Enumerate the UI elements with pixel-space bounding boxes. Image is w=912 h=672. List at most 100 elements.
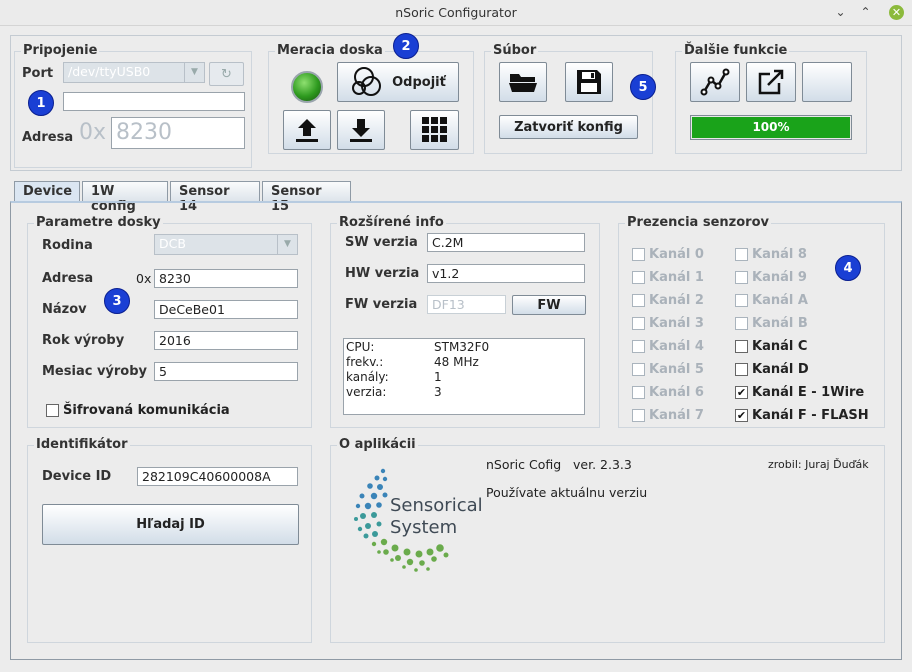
- device-id-input[interactable]: 282109C40600008A: [137, 467, 298, 486]
- checkbox-icon: [735, 271, 748, 284]
- about-title: O aplikácii: [337, 437, 418, 452]
- cpu-info-row: CPU: STM32F0: [346, 340, 576, 354]
- refresh-icon: ↻: [221, 66, 232, 82]
- badge-1: 1: [28, 90, 54, 116]
- download-icon: [350, 119, 372, 142]
- cpu-info-value: 48 MHz: [434, 355, 479, 369]
- address-input[interactable]: 8230: [111, 117, 245, 149]
- year-label: Rok výroby: [42, 333, 125, 348]
- channel-checkbox[interactable]: Kanál 4: [632, 339, 704, 354]
- checkbox-icon: [735, 340, 748, 353]
- checkbox-icon: [632, 317, 645, 330]
- open-button[interactable]: [499, 62, 547, 102]
- encrypt-checkbox[interactable]: Šifrovaná komunikácia: [46, 403, 230, 418]
- tab-device[interactable]: Device: [14, 181, 80, 203]
- close-config-button[interactable]: Zatvoriť konfig: [499, 115, 638, 139]
- save-button[interactable]: [565, 62, 613, 102]
- channel-checkbox[interactable]: ✔ Kanál E - 1Wire: [735, 385, 864, 400]
- channel-checkbox[interactable]: Kanál 7: [632, 408, 704, 423]
- cpu-info-value: 3: [434, 385, 442, 399]
- board-address-input[interactable]: 8230: [154, 269, 298, 288]
- family-label: Rodina: [42, 238, 93, 253]
- channel-checkbox[interactable]: Kanál D: [735, 362, 809, 377]
- checkbox-icon: [632, 363, 645, 376]
- channel-checkbox[interactable]: Kanál C: [735, 339, 807, 354]
- channel-checkbox[interactable]: Kanál B: [735, 316, 808, 331]
- cpu-info-key: verzia:: [346, 385, 387, 399]
- channel-checkbox[interactable]: Kanál 1: [632, 270, 704, 285]
- export-button[interactable]: [746, 62, 796, 102]
- checkbox-icon: [735, 363, 748, 376]
- cpu-info-row: verzia: 3: [346, 385, 576, 399]
- channel-label: Kanál 1: [649, 270, 704, 285]
- close-config-label: Zatvoriť konfig: [514, 119, 623, 135]
- tab-sensor-14[interactable]: Sensor 14: [170, 181, 260, 214]
- channel-label: Kanál 3: [649, 316, 704, 331]
- checkbox-icon: [632, 386, 645, 399]
- sw-input[interactable]: C.2M: [427, 233, 585, 252]
- family-select[interactable]: DCB ▼: [154, 234, 298, 255]
- cpu-info-area[interactable]: CPU: STM32F0 frekv.: 48 MHz kanály: 1 verzia: 3: [343, 338, 585, 415]
- badge-4: 4: [835, 255, 861, 281]
- minimize-icon[interactable]: ⌄: [833, 5, 848, 20]
- upload-button[interactable]: [283, 110, 331, 150]
- fw-button[interactable]: FW: [512, 295, 586, 315]
- fw-input[interactable]: DF13: [427, 295, 506, 314]
- checkbox-icon: [735, 294, 748, 307]
- channel-checkbox[interactable]: ✔ Kanál F - FLASH: [735, 408, 869, 423]
- close-icon[interactable]: ✕: [889, 5, 904, 20]
- name-input[interactable]: DeCeBe01: [154, 300, 298, 319]
- cpu-info-value: STM32F0: [434, 340, 490, 354]
- year-input[interactable]: 2016: [154, 331, 298, 350]
- fw-label: FW verzia: [345, 297, 418, 312]
- upload-icon: [296, 119, 318, 142]
- chart-button[interactable]: [690, 62, 740, 102]
- channel-checkbox[interactable]: Kanál A: [735, 293, 808, 308]
- channel-checkbox[interactable]: Kanál 9: [735, 270, 807, 285]
- board-address-prefix: 0x: [136, 271, 152, 286]
- connection-extra-field[interactable]: [63, 92, 245, 111]
- find-id-button[interactable]: Hľadaj ID: [42, 504, 299, 545]
- channel-checkbox[interactable]: Kanál 5: [632, 362, 704, 377]
- tab-1w-config[interactable]: 1W config: [82, 181, 168, 214]
- file-title: Súbor: [491, 43, 539, 58]
- channel-checkbox[interactable]: Kanál 6: [632, 385, 704, 400]
- folder-icon: [509, 74, 537, 92]
- ext-title: Rozšírené info: [337, 215, 446, 230]
- tab-sensor-15[interactable]: Sensor 15: [262, 181, 351, 214]
- channel-label: Kanál 5: [649, 362, 704, 377]
- cpu-info-key: kanály:: [346, 370, 389, 384]
- app-author: zrobil: Juraj Ďuďák: [768, 458, 869, 471]
- maximize-icon[interactable]: ⌃: [858, 5, 873, 20]
- channel-label: Kanál 7: [649, 408, 704, 423]
- app-name: nSoric Cofig: [486, 457, 562, 472]
- empty-function-button[interactable]: [802, 62, 852, 102]
- grid-button[interactable]: [410, 110, 459, 150]
- version-status: Používate aktuálnu verziu: [486, 485, 648, 500]
- external-link-icon: [758, 69, 784, 95]
- port-label: Port: [22, 66, 54, 81]
- month-input[interactable]: 5: [154, 362, 298, 381]
- params-title: Parametre dosky: [34, 215, 163, 230]
- channel-label: Kanál 6: [649, 385, 704, 400]
- title-bar: nSoric Configurator ⌄ ⌃ ✕: [0, 0, 912, 26]
- channel-checkbox[interactable]: Kanál 2: [632, 293, 704, 308]
- disconnect-button[interactable]: Odpojiť: [337, 62, 459, 102]
- device-id-label: Device ID: [42, 469, 112, 484]
- refresh-button[interactable]: ↻: [209, 62, 244, 86]
- channel-label: Kanál B: [752, 316, 808, 331]
- channel-label: Kanál 2: [649, 293, 704, 308]
- channel-label: Kanál A: [752, 293, 808, 308]
- badge-3: 3: [104, 288, 130, 314]
- download-button[interactable]: [337, 110, 385, 150]
- status-led: [291, 71, 323, 103]
- sw-label: SW verzia: [345, 235, 418, 250]
- save-icon: [577, 70, 601, 94]
- hw-input[interactable]: v1.2: [427, 264, 585, 283]
- port-select[interactable]: /dev/ttyUSB0 ▼: [63, 62, 205, 83]
- checkbox-icon: [46, 404, 59, 417]
- channel-checkbox[interactable]: Kanál 8: [735, 247, 807, 262]
- channel-checkbox[interactable]: Kanál 3: [632, 316, 704, 331]
- cpu-info-row: frekv.: 48 MHz: [346, 355, 576, 369]
- channel-checkbox[interactable]: Kanál 0: [632, 247, 704, 262]
